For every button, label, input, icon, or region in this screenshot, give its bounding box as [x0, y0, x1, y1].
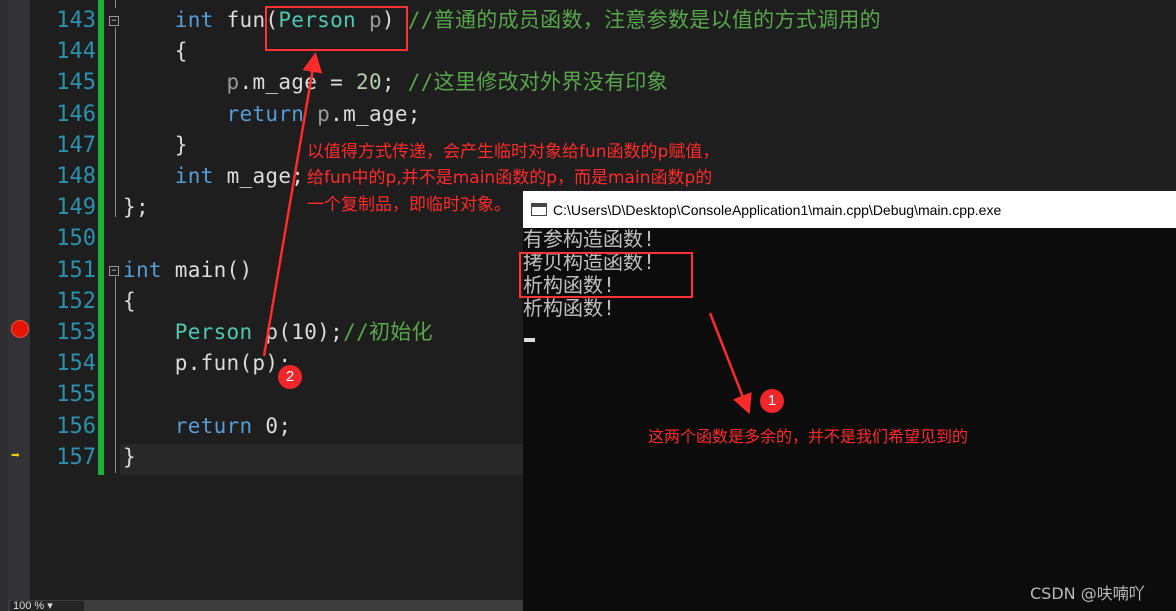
annotation-note-2-line: 一个复制品，即临时对象。	[307, 195, 511, 215]
annotation-note-2-line: 以值得方式传递，会产生临时对象给fun函数的p赋值，	[307, 142, 720, 162]
badge-1: 1	[760, 389, 784, 413]
badge-2: 2	[278, 365, 302, 389]
arrow-to-output	[708, 312, 752, 415]
annotation-arrows	[262, 52, 752, 415]
annotation-note-1: 这两个函数是多余的，并不是我们希望见到的	[648, 427, 969, 446]
annotation-note-2-line: 给fun中的p,并不是main函数的p，而是main函数p的	[307, 168, 713, 188]
watermark: CSDN @呋喃吖	[1030, 584, 1145, 603]
